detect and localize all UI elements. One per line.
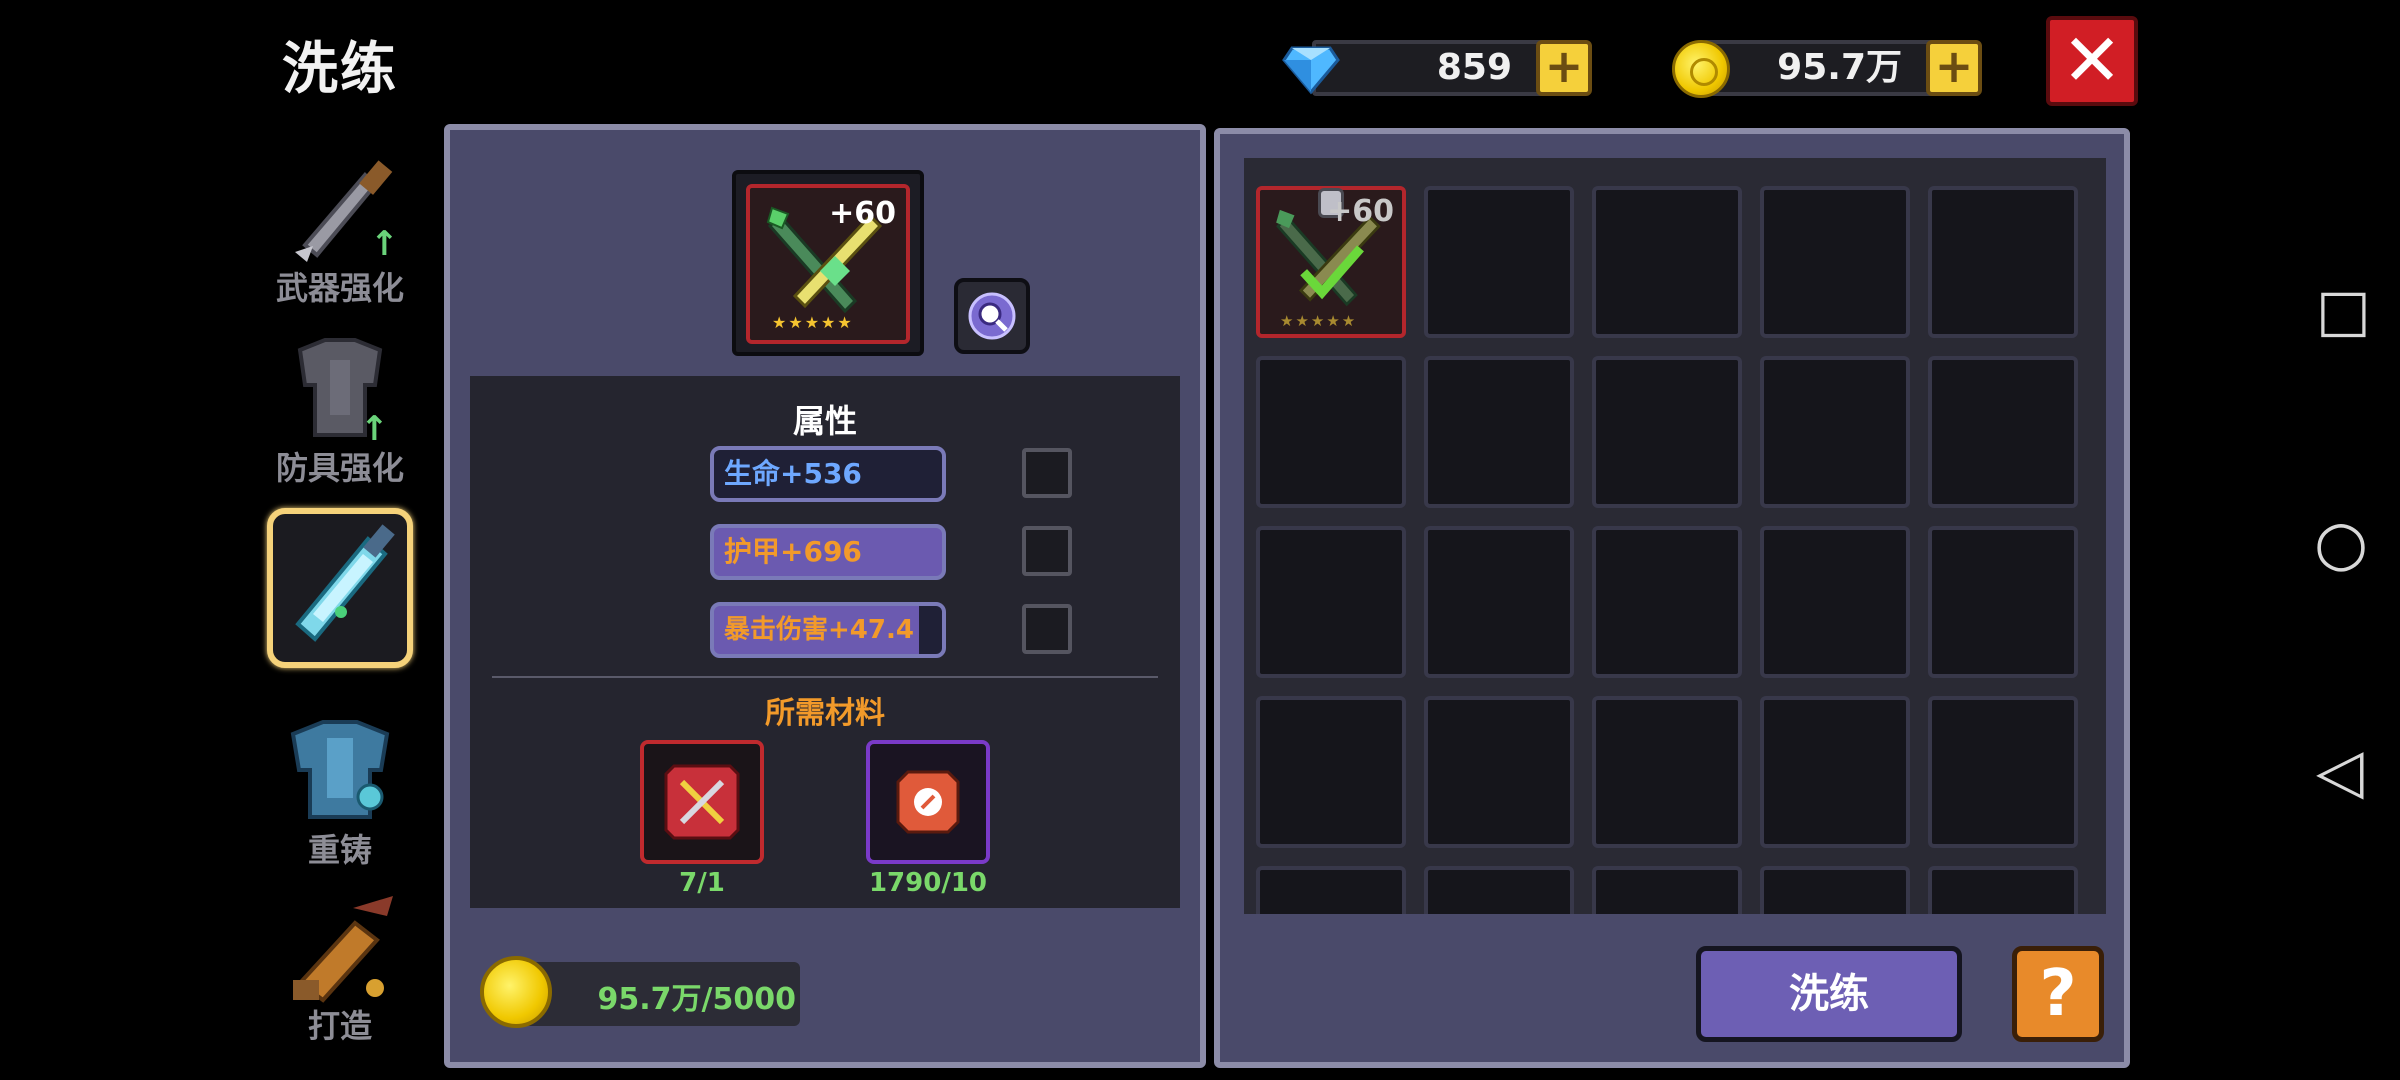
inspect-button[interactable] [954, 278, 1030, 354]
diamond-icon [1282, 46, 1340, 95]
inventory-slot-empty[interactable] [1928, 696, 2078, 848]
inventory-slot-empty[interactable] [1256, 696, 1406, 848]
cost-bar: 95.7万/5000 [480, 956, 810, 1032]
inventory-slot-empty[interactable] [1928, 186, 2078, 338]
weapon-stone-icon [664, 764, 740, 840]
inventory-slot-empty[interactable] [1592, 186, 1742, 338]
attribute-armor: 护甲+696 [710, 524, 946, 580]
material-count-1: 7/1 [679, 868, 725, 898]
nav-label-forge: 打造 [307, 1007, 372, 1045]
coin-icon [1672, 40, 1730, 98]
divider [492, 676, 1158, 678]
lock-checkbox-crit[interactable] [1022, 604, 1072, 654]
item-stars: ★★★★★ [772, 313, 854, 332]
inventory-slot-empty[interactable] [1592, 866, 1742, 914]
inventory-slot-empty[interactable] [1424, 526, 1574, 678]
inventory-item-stars: ★★★★★ [1280, 312, 1358, 330]
nav-label-recast: 重铸 [307, 831, 372, 869]
nav-item-recast[interactable]: 重铸 [265, 712, 415, 868]
refine-stone-icon [896, 770, 960, 834]
attribute-armor-text: 护甲+696 [724, 535, 862, 568]
magnifier-icon [968, 292, 1016, 340]
item-level: +60 [829, 196, 896, 231]
inventory-slot-empty[interactable] [1256, 526, 1406, 678]
add-coins-button[interactable]: + [1926, 40, 1982, 96]
lock-checkbox-armor[interactable] [1022, 526, 1072, 576]
inventory-slot-empty[interactable] [1928, 356, 2078, 508]
equipped-weapon: +60 ★★★★★ [746, 184, 910, 344]
add-gems-button[interactable]: + [1536, 40, 1592, 96]
inventory-slot-empty[interactable] [1424, 696, 1574, 848]
gem-currency: 859 + [1282, 38, 1592, 102]
attribute-crit-text: 暴击伤害+47.4 [724, 615, 914, 645]
inventory-slot-empty[interactable] [1592, 696, 1742, 848]
material-slot-2[interactable] [866, 740, 990, 864]
cost-coin-icon [480, 956, 552, 1028]
nav-label-weapon-upgrade: 武器强化 [275, 269, 404, 307]
inventory-slot-empty[interactable] [1592, 356, 1742, 508]
nav-label-armor-upgrade: 防具强化 [275, 449, 404, 487]
inventory-slot-empty[interactable] [1760, 696, 1910, 848]
inventory-slot-empty[interactable] [1424, 866, 1574, 914]
close-button[interactable]: ✕ [2046, 16, 2138, 106]
attributes-header: 属性 [792, 402, 857, 440]
help-button[interactable]: ? [2012, 946, 2104, 1042]
recast-armor-icon [275, 712, 405, 832]
refine-panel: +60 ★★★★★ 属性 生命+536 护甲+696 暴击伤害+47.4 所需材… [444, 124, 1206, 1068]
inventory-slot-empty[interactable] [1760, 526, 1910, 678]
nav-item-armor-upgrade[interactable]: ↑ 防具强化 [265, 330, 415, 486]
inventory-slot-empty[interactable] [1424, 356, 1574, 508]
refine-button[interactable]: 洗练 [1696, 946, 1962, 1042]
attribute-crit-damage: 暴击伤害+47.4 [710, 602, 946, 658]
cost-text: 95.7万/5000 [597, 982, 796, 1017]
inventory-slot-empty[interactable] [1760, 356, 1910, 508]
nav-item-forge[interactable]: 打造 [265, 888, 415, 1044]
inventory-grid-area: +60 ★★★★★ [1244, 158, 2106, 914]
material-count-2: 1790/10 [868, 868, 988, 898]
attribute-hp: 生命+536 [710, 446, 946, 502]
attribute-hp-text: 生命+536 [724, 457, 862, 490]
inventory-panel: +60 ★★★★★ 洗练 ? [1214, 128, 2130, 1068]
nav-item-weapon-upgrade[interactable]: ↑ 武器强化 [265, 150, 415, 306]
recent-apps-button[interactable]: □ [2316, 276, 2371, 344]
forge-hammer-icon [275, 888, 405, 1008]
inventory-slot-empty[interactable] [1592, 526, 1742, 678]
svg-text:↑: ↑ [360, 409, 389, 449]
material-slot-1[interactable] [640, 740, 764, 864]
inventory-slot-empty[interactable] [1928, 866, 2078, 914]
inventory-slot-empty[interactable] [1760, 866, 1910, 914]
inventory-slot-empty[interactable] [1928, 526, 2078, 678]
nav-item-refine[interactable]: 洗练 [265, 508, 415, 668]
back-button[interactable]: ◁ [2316, 734, 2364, 807]
coin-currency: 95.7万 + [1672, 38, 1982, 102]
home-button[interactable]: ○ [2314, 506, 2368, 579]
inventory-slot-empty[interactable] [1256, 356, 1406, 508]
sword-upgrade-icon: ↑ [275, 150, 405, 270]
inventory-item-equipped[interactable]: +60 ★★★★★ [1256, 186, 1406, 338]
armor-upgrade-icon: ↑ [275, 330, 405, 450]
crystal-sword-icon [267, 508, 413, 668]
inventory-slot-empty[interactable] [1760, 186, 1910, 338]
attribute-area: 属性 生命+536 护甲+696 暴击伤害+47.4 所需材料 7/1 1790… [470, 376, 1180, 908]
svg-text:↑: ↑ [370, 224, 399, 264]
inventory-slot-empty[interactable] [1256, 866, 1406, 914]
refine-button-label: 洗练 [1789, 971, 1869, 1017]
inventory-item-level: +60 [1327, 194, 1394, 229]
materials-header: 所需材料 [765, 696, 885, 731]
gem-count: 859 [1436, 47, 1512, 88]
lock-checkbox-hp[interactable] [1022, 448, 1072, 498]
page-title: 洗练 [282, 37, 398, 102]
inventory-slot-empty[interactable] [1424, 186, 1574, 338]
equipment-slot[interactable]: +60 ★★★★★ [732, 170, 924, 356]
help-icon: ? [2039, 957, 2077, 1031]
coin-count: 95.7万 [1777, 47, 1902, 88]
